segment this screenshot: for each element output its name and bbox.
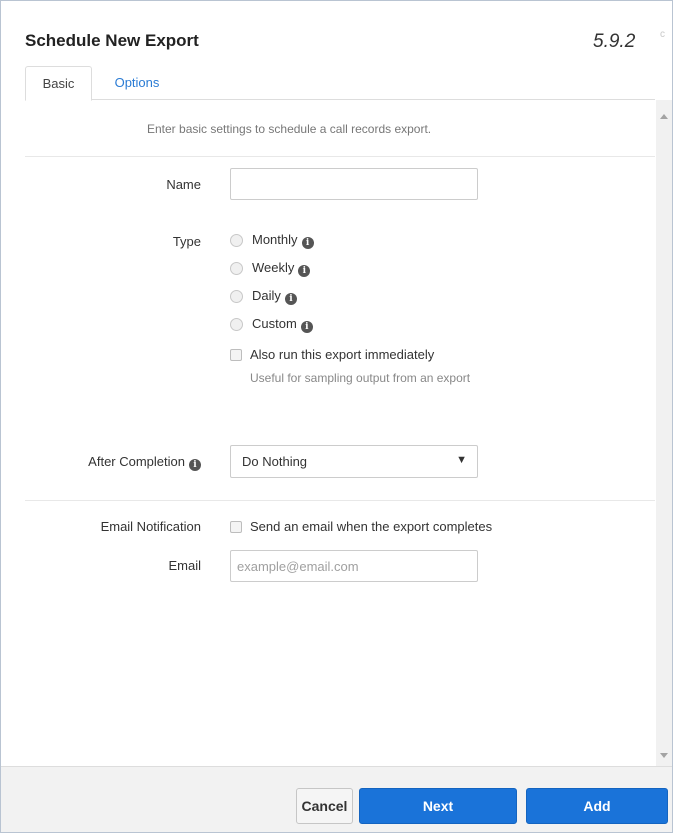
info-icon[interactable]: i xyxy=(298,265,311,277)
daily-label: Daily xyxy=(252,288,281,303)
run-immediately-helper: Useful for sampling output from an expor… xyxy=(250,371,471,385)
type-label: Type xyxy=(172,234,201,249)
weekly-label: Weekly xyxy=(252,260,295,275)
tab-basic[interactable]: Basic xyxy=(25,66,92,101)
email-label: Email xyxy=(168,558,201,573)
scrollbar[interactable] xyxy=(656,100,672,766)
dialog-header: Schedule New Export 5.9.2 c xyxy=(1,1,672,63)
run-immediately-checkbox[interactable] xyxy=(230,349,242,361)
name-label: Name xyxy=(166,177,201,192)
info-icon[interactable]: i xyxy=(284,293,297,305)
info-icon[interactable]: i xyxy=(300,321,313,333)
tab-options[interactable]: Options xyxy=(108,66,166,101)
triangle-down-icon: ▼ xyxy=(456,454,467,466)
add-button[interactable]: Add xyxy=(526,788,668,824)
version-label: 5.9.2 xyxy=(593,31,636,52)
scroll-up-arrow-icon[interactable] xyxy=(660,114,668,119)
tab-bar: Basic Options xyxy=(25,63,655,101)
run-immediately-label[interactable]: Also run this export immediately xyxy=(250,347,434,362)
cancel-button[interactable]: Cancel xyxy=(296,788,353,824)
email-input[interactable] xyxy=(230,550,478,582)
monthly-radio[interactable] xyxy=(230,234,243,247)
after-completion-value: Do Nothing xyxy=(242,454,308,469)
monthly-label: Monthly xyxy=(252,232,298,247)
info-icon[interactable]: i xyxy=(301,237,314,249)
intro-text: Enter basic settings to schedule a call … xyxy=(147,122,432,136)
email-notification-checkbox-label[interactable]: Send an email when the export completes xyxy=(250,519,492,534)
email-notification-label: Email Notification xyxy=(100,519,201,534)
name-input[interactable] xyxy=(230,168,478,200)
after-completion-select[interactable]: Do Nothing ▼ xyxy=(230,445,478,478)
after-completion-label: After Completion i xyxy=(1,454,201,471)
scroll-down-arrow-icon[interactable] xyxy=(660,753,668,758)
weekly-radio[interactable] xyxy=(230,262,243,275)
corner-mark: c xyxy=(660,29,665,40)
divider xyxy=(25,156,655,157)
custom-radio[interactable] xyxy=(230,318,243,331)
daily-radio[interactable] xyxy=(230,290,243,303)
schedule-export-dialog: Schedule New Export 5.9.2 c Basic Option… xyxy=(0,0,673,833)
dialog-title: Schedule New Export xyxy=(25,31,199,50)
divider xyxy=(25,500,655,501)
after-completion-text: After Completion xyxy=(88,454,185,469)
info-icon[interactable]: i xyxy=(189,459,201,471)
dialog-footer: Cancel Next Add xyxy=(1,766,672,832)
next-button[interactable]: Next xyxy=(359,788,517,824)
dialog-body[interactable]: Enter basic settings to schedule a call … xyxy=(1,100,672,766)
email-notification-checkbox[interactable] xyxy=(230,521,242,533)
custom-label: Custom xyxy=(252,316,297,331)
